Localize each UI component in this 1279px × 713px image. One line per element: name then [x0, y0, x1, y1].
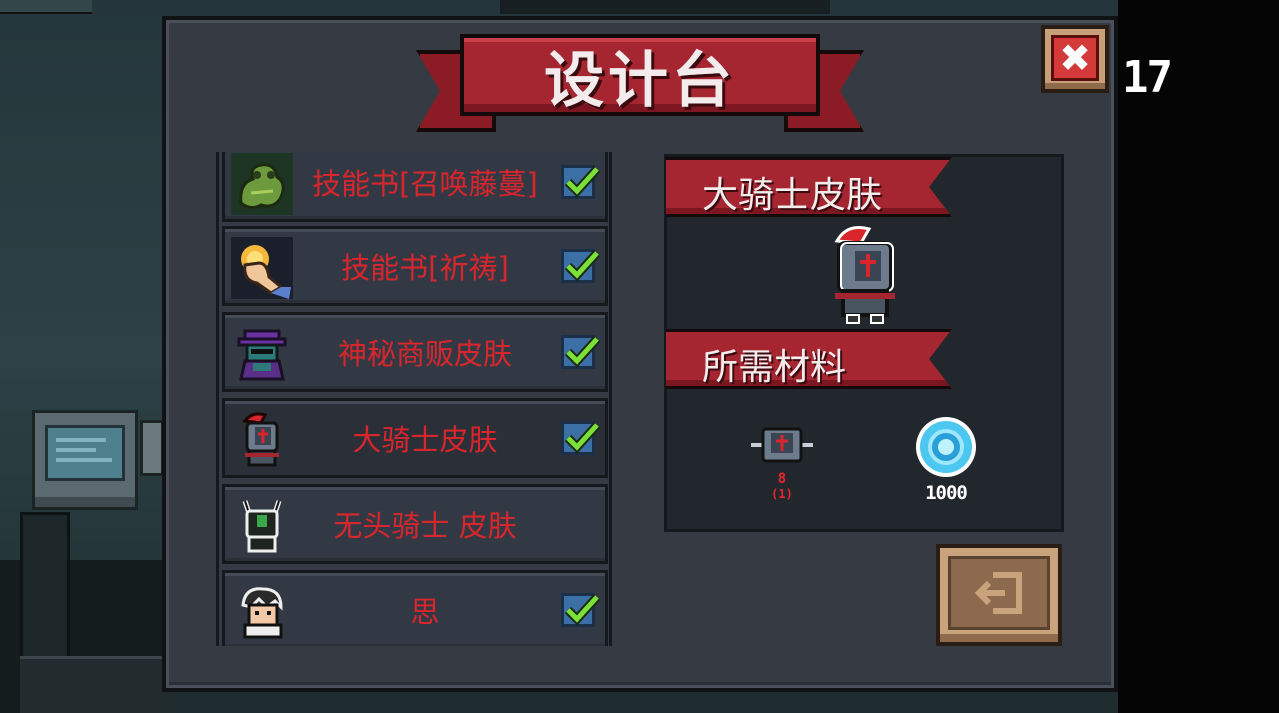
- knight-helmet-icon: [751, 427, 813, 463]
- item-detail-panel: 大骑士皮肤 所需材料 8 (1) 1000: [664, 154, 1064, 532]
- check-mark-icon: [564, 593, 601, 626]
- close-icon: ✖: [1051, 35, 1099, 81]
- desk-counter: [20, 656, 170, 713]
- gem-amount: 1000: [925, 482, 968, 504]
- craft-button[interactable]: [936, 544, 1062, 646]
- list-item[interactable]: 神秘商贩皮肤: [222, 312, 608, 392]
- check-mark-icon: [564, 249, 601, 282]
- list-item-selected[interactable]: 大骑士皮肤: [222, 398, 608, 478]
- ceiling-vent: [500, 0, 830, 14]
- item-name: 大骑士皮肤: [352, 423, 498, 457]
- selected-item-name: 大骑士皮肤: [702, 175, 883, 216]
- exit-door-icon: [948, 556, 1050, 630]
- list-item[interactable]: 思: [222, 570, 608, 646]
- check-mark-icon: [564, 335, 601, 368]
- materials-label: 所需材料: [702, 347, 847, 388]
- blue-gem-icon: [916, 417, 976, 477]
- grand-knight-preview-icon: [834, 226, 895, 324]
- item-name: 技能书[召唤藤蔓]: [312, 167, 538, 201]
- title-ribbon: 设计台: [416, 34, 864, 132]
- checkbox-icon: [561, 421, 601, 455]
- check-mark-icon: [564, 421, 601, 454]
- computer-monitor: [32, 410, 138, 510]
- list-item[interactable]: 技能书[召唤藤蔓]: [222, 152, 608, 222]
- counter-text: 17: [1122, 52, 1173, 103]
- list-item[interactable]: 无头骑士 皮肤: [222, 484, 608, 564]
- material-required: 8: [777, 471, 787, 487]
- monitor-screen: [45, 425, 125, 481]
- item-name: 思: [410, 595, 440, 629]
- list-item[interactable]: 技能书[祈祷]: [222, 226, 608, 306]
- item-name: 神秘商贩皮肤: [337, 337, 512, 371]
- close-button[interactable]: ✖: [1041, 25, 1109, 93]
- character-si-icon: [241, 587, 283, 639]
- checkbox-icon: [561, 249, 601, 283]
- checkbox-icon: [561, 593, 601, 627]
- checkbox-icon: [561, 165, 601, 199]
- checkbox-icon: [561, 335, 601, 369]
- material-owned: (1): [771, 487, 793, 501]
- item-name-banner: 大骑士皮肤: [666, 157, 952, 217]
- door-arrow-icon: [975, 572, 1022, 614]
- grand-knight-icon: [242, 412, 279, 467]
- wall-trim: [0, 0, 92, 14]
- material-knight-helmet: 8 (1): [747, 423, 817, 501]
- blueprint-list[interactable]: 技能书[召唤藤蔓] 技能书[祈祷] 神秘商贩皮肤 大骑士皮肤 无头骑士 皮肤 思: [216, 152, 612, 646]
- page-title: 设计台: [544, 45, 736, 116]
- check-mark-icon: [564, 165, 601, 198]
- machine-box: [140, 420, 164, 476]
- materials-banner: 所需材料: [666, 329, 952, 389]
- headless-knight-icon: [242, 500, 282, 553]
- desk: [20, 512, 70, 662]
- vine-dragon-icon: [231, 153, 293, 215]
- title-banner: 设计台: [460, 34, 820, 116]
- praying-hand-icon: [231, 237, 293, 299]
- item-name: 技能书[祈祷]: [341, 251, 509, 285]
- dark-wall: [1118, 0, 1279, 713]
- item-name: 无头骑士 皮肤: [333, 509, 517, 543]
- mysterious-merchant-icon: [237, 329, 287, 381]
- material-gems: 1000: [911, 413, 981, 503]
- close-glyph: ✖: [1059, 36, 1091, 80]
